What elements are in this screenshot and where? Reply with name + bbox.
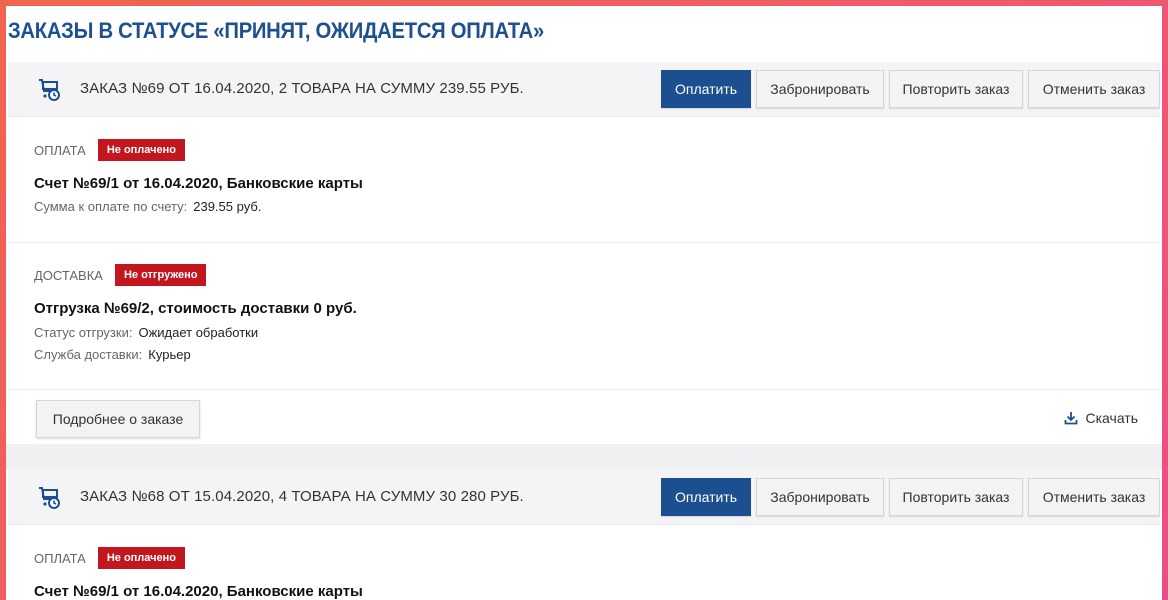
pay-button[interactable]: Оплатить: [661, 478, 751, 516]
invoice-heading: Счет №69/1 от 16.04.2020, Банковские кар…: [34, 583, 363, 600]
order-actions: Оплатить Забронировать Повторить заказ О…: [661, 70, 1160, 108]
orders-page: ЗАКАЗЫ В СТАТУСЕ «ПРИНЯТ, ОЖИДАЕТСЯ ОПЛА…: [6, 6, 1162, 600]
invoice-amount-label: Сумма к оплате по счету:: [34, 199, 188, 214]
order-card: ЗАКАЗ №69 ОТ 16.04.2020, 2 ТОВАРА НА СУМ…: [8, 62, 1160, 450]
cancel-order-button[interactable]: Отменить заказ: [1028, 70, 1160, 108]
invoice-amount-row: Сумма к оплате по счету: 239.55 руб.: [34, 199, 363, 214]
page-title: ЗАКАЗЫ В СТАТУСЕ «ПРИНЯТ, ОЖИДАЕТСЯ ОПЛА…: [8, 18, 544, 43]
payment-label: ОПЛАТА: [34, 550, 86, 566]
order-footer: Подробнее о заказе Скачать: [8, 394, 1160, 450]
shipment-status-value: Ожидает обработки: [138, 325, 259, 340]
delivery-service-value: Курьер: [148, 347, 191, 362]
payment-section: ОПЛАТА Не оплачено Счет №69/1 от 16.04.2…: [8, 546, 363, 600]
repeat-order-button[interactable]: Повторить заказ: [889, 70, 1023, 108]
payment-status-badge: Не оплачено: [97, 547, 186, 569]
invoice-heading: Счет №69/1 от 16.04.2020, Банковские кар…: [34, 175, 363, 192]
delivery-label: ДОСТАВКА: [34, 267, 103, 283]
cart-clock-icon: [39, 487, 60, 509]
download-link[interactable]: Скачать: [1064, 410, 1139, 426]
download-icon: [1064, 412, 1077, 425]
order-title: ЗАКАЗ №68 ОТ 15.04.2020, 4 ТОВАРА НА СУМ…: [80, 488, 524, 505]
divider: [8, 389, 1160, 390]
cancel-order-button[interactable]: Отменить заказ: [1028, 478, 1160, 516]
order-title: ЗАКАЗ №69 ОТ 16.04.2020, 2 ТОВАРА НА СУМ…: [80, 80, 524, 97]
shipment-status-row: Статус отгрузки: Ожидает обработки: [34, 325, 357, 340]
divider: [8, 242, 1160, 243]
delivery-status-badge: Не отгружено: [114, 264, 207, 286]
order-separator: [6, 444, 1162, 470]
cart-clock-icon: [39, 79, 60, 101]
invoice-amount-value: 239.55 руб.: [193, 199, 262, 214]
order-details-button[interactable]: Подробнее о заказе: [36, 400, 200, 438]
order-header: ЗАКАЗ №68 ОТ 15.04.2020, 4 ТОВАРА НА СУМ…: [8, 470, 1160, 525]
delivery-service-label: Служба доставки:: [34, 347, 143, 362]
order-actions: Оплатить Забронировать Повторить заказ О…: [661, 478, 1160, 516]
payment-status-badge: Не оплачено: [97, 139, 186, 161]
repeat-order-button[interactable]: Повторить заказ: [889, 478, 1023, 516]
payment-label: ОПЛАТА: [34, 142, 86, 158]
order-header: ЗАКАЗ №69 ОТ 16.04.2020, 2 ТОВАРА НА СУМ…: [8, 62, 1160, 117]
delivery-section: ДОСТАВКА Не отгружено Отгрузка №69/2, ст…: [8, 263, 357, 362]
reserve-button[interactable]: Забронировать: [756, 478, 884, 516]
shipment-status-label: Статус отгрузки:: [34, 325, 133, 340]
pay-button[interactable]: Оплатить: [661, 70, 751, 108]
shipment-heading: Отгрузка №69/2, стоимость доставки 0 руб…: [34, 300, 357, 317]
reserve-button[interactable]: Забронировать: [756, 70, 884, 108]
order-card: ЗАКАЗ №68 ОТ 15.04.2020, 4 ТОВАРА НА СУМ…: [8, 470, 1160, 600]
delivery-service-row: Служба доставки: Курьер: [34, 347, 357, 362]
download-label: Скачать: [1085, 410, 1139, 426]
payment-section: ОПЛАТА Не оплачено Счет №69/1 от 16.04.2…: [8, 138, 363, 214]
